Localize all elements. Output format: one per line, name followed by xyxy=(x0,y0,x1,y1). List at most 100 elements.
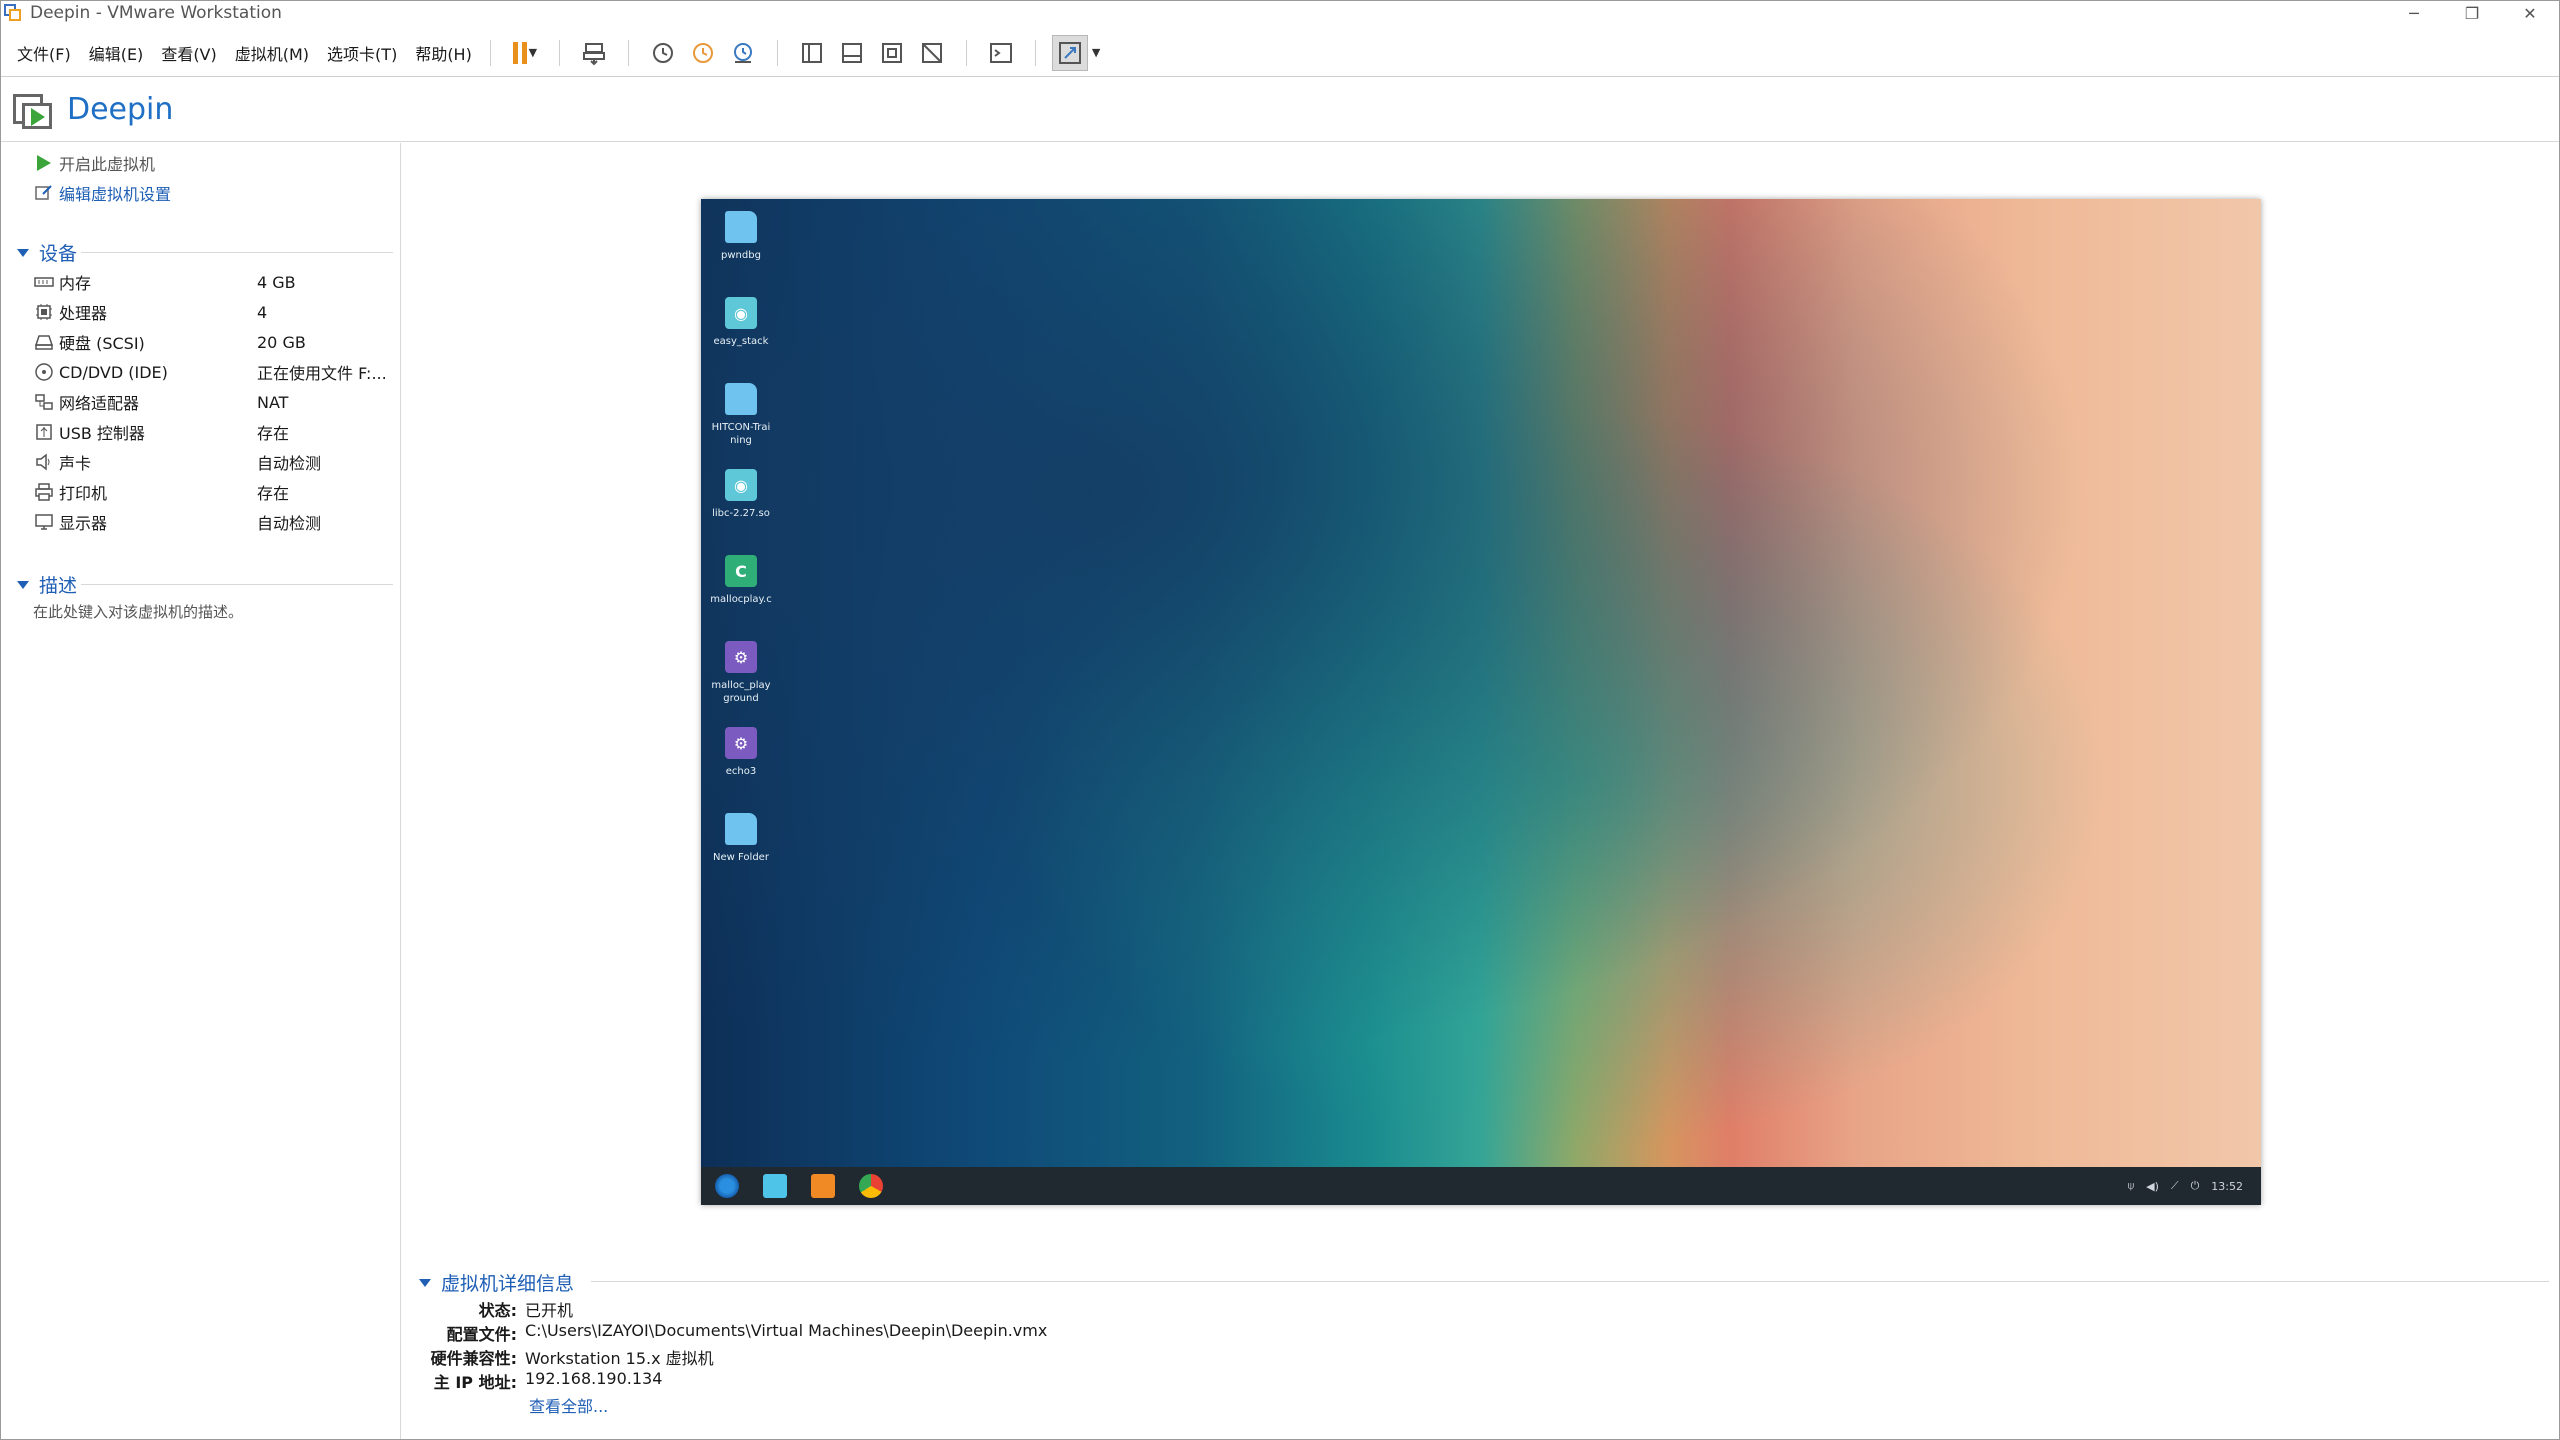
device-name: 打印机 xyxy=(59,484,108,503)
network-icon xyxy=(33,392,55,412)
app-store-icon[interactable] xyxy=(811,1174,835,1198)
clock[interactable]: 13:52 xyxy=(2211,1180,2243,1193)
menu-vm[interactable]: 虚拟机(M) xyxy=(235,41,309,65)
menu-file[interactable]: 文件(F) xyxy=(17,41,71,65)
snapshot-manager-button[interactable] xyxy=(725,35,761,71)
device-row-display[interactable]: 显示器 自动检测 xyxy=(33,507,393,537)
desktop-icon-label: New Folder xyxy=(713,852,769,863)
vm-powered-on-icon xyxy=(13,90,53,130)
console-view-button[interactable] xyxy=(983,35,1019,71)
detail-key: 配置文件: xyxy=(446,1325,517,1344)
window-title: Deepin - VMware Workstation xyxy=(30,3,282,23)
launcher-icon[interactable] xyxy=(715,1174,739,1198)
collapse-triangle-icon xyxy=(419,1278,431,1287)
desktop-icon-label: echo3 xyxy=(725,766,757,777)
device-name: 内存 xyxy=(59,274,92,293)
desktop-icon-mallocplay-c[interactable]: C mallocplay.c xyxy=(709,555,773,606)
device-row-processor[interactable]: 处理器 4 xyxy=(33,297,393,327)
folder-icon xyxy=(725,383,757,415)
detail-row-ip-address: 主 IP 地址: 192.168.190.134 xyxy=(401,1369,663,1393)
device-value: 20 GB xyxy=(257,332,306,352)
stretch-guest-button[interactable] xyxy=(1051,34,1088,71)
device-value: NAT xyxy=(257,392,289,412)
power-icon[interactable]: ⏻ xyxy=(2191,1179,2200,1193)
desktop-icon-label: malloc_playground xyxy=(711,680,771,704)
desktop-icon-new-folder[interactable]: New Folder xyxy=(709,813,773,864)
menu-tabs[interactable]: 选项卡(T) xyxy=(327,41,397,65)
device-name: 处理器 xyxy=(59,304,108,323)
unity-mode-icon xyxy=(921,42,942,63)
desktop-icon-libc[interactable]: ◉ libc-2.27.so xyxy=(709,469,773,520)
show-library-button[interactable] xyxy=(794,35,830,71)
device-row-cd-dvd[interactable]: CD/DVD (IDE) 正在使用文件 F:... xyxy=(33,357,393,387)
close-button[interactable]: ✕ xyxy=(2501,1,2559,25)
vm-console-screen[interactable]: pwndbg ◉ easy_stack HITCON-Training ◉ li… xyxy=(701,199,2261,1205)
full-screen-button[interactable] xyxy=(874,35,910,71)
desktop-wallpaper xyxy=(701,199,2261,1167)
pause-icon xyxy=(512,41,527,64)
chevron-down-icon[interactable]: ▼ xyxy=(1092,46,1100,59)
desktop-icon-echo3[interactable]: ⚙ echo3 xyxy=(709,727,773,778)
device-value: 存在 xyxy=(257,424,290,443)
chevron-down-icon: ▼ xyxy=(528,46,538,59)
edit-vm-settings-label: 编辑虚拟机设置 xyxy=(59,185,172,204)
menu-toolbar: 文件(F) 编辑(E) 查看(V) 虚拟机(M) 选项卡(T) 帮助(H) ▼ xyxy=(1,29,2559,77)
cd-dvd-icon xyxy=(33,362,55,382)
device-row-usb[interactable]: USB 控制器 存在 xyxy=(33,417,393,447)
chrome-icon[interactable] xyxy=(859,1174,883,1198)
device-name: 硬盘 (SCSI) xyxy=(59,334,145,353)
vm-details-header[interactable]: 虚拟机详细信息 xyxy=(419,1269,574,1296)
devices-section-header[interactable]: 设备 xyxy=(17,239,77,266)
file-manager-icon[interactable] xyxy=(763,1174,787,1198)
terminal-icon xyxy=(989,42,1012,63)
file-icon: ◉ xyxy=(725,469,757,501)
menu-view[interactable]: 查看(V) xyxy=(161,41,216,65)
desktop-icon-easy-stack[interactable]: ◉ easy_stack xyxy=(709,297,773,348)
description-input[interactable]: 在此处键入对该虚拟机的描述。 xyxy=(33,601,243,622)
detail-value: 已开机 xyxy=(525,1301,574,1320)
usb-tray-icon[interactable]: ⍦ xyxy=(2128,1179,2135,1193)
toolbar-separator xyxy=(558,39,560,66)
vm-details-title: 虚拟机详细信息 xyxy=(441,1273,575,1295)
snapshot-button[interactable] xyxy=(645,35,681,71)
desktop-icon-hitcon-training[interactable]: HITCON-Training xyxy=(709,383,773,447)
device-row-sound[interactable]: 声卡 自动检测 xyxy=(33,447,393,477)
volume-icon[interactable]: ◀) xyxy=(2146,1180,2159,1193)
printer-icon xyxy=(33,482,55,502)
device-name: USB 控制器 xyxy=(59,424,145,443)
device-row-memory[interactable]: 内存 4 GB xyxy=(33,267,393,297)
thumbnail-bar-icon xyxy=(841,42,862,63)
device-row-hard-disk[interactable]: 硬盘 (SCSI) 20 GB xyxy=(33,327,393,357)
desktop-icon-malloc-playground[interactable]: ⚙ malloc_playground xyxy=(709,641,773,705)
revert-snapshot-button[interactable] xyxy=(685,35,721,71)
restore-button[interactable]: ❐ xyxy=(2443,1,2501,25)
show-thumbnail-button[interactable] xyxy=(834,35,870,71)
menu-help[interactable]: 帮助(H) xyxy=(415,41,472,65)
monitor-icon xyxy=(33,512,55,532)
description-section-header[interactable]: 描述 xyxy=(17,571,77,598)
edit-vm-settings-link[interactable]: 编辑虚拟机设置 xyxy=(35,181,171,205)
start-vm-link[interactable]: 开启此虚拟机 xyxy=(35,151,155,175)
desktop-icon-pwndbg[interactable]: pwndbg xyxy=(709,211,773,262)
network-tray-icon[interactable]: ⟋ xyxy=(2171,1179,2179,1193)
device-name: 显示器 xyxy=(59,514,108,533)
section-divider xyxy=(591,1281,2549,1282)
see-all-link[interactable]: 查看全部... xyxy=(529,1393,608,1417)
vm-header: Deepin xyxy=(1,78,2559,142)
vmware-window: Deepin - VMware Workstation ─ ❐ ✕ 文件(F) … xyxy=(0,0,2560,1440)
menu-edit[interactable]: 编辑(E) xyxy=(89,41,144,65)
unity-button[interactable] xyxy=(914,35,950,71)
section-divider xyxy=(81,252,393,253)
minimize-button[interactable]: ─ xyxy=(2385,1,2443,25)
device-value: 正在使用文件 F:... xyxy=(257,364,387,383)
device-row-network[interactable]: 网络适配器 NAT xyxy=(33,387,393,417)
device-value: 4 xyxy=(257,302,268,322)
play-icon xyxy=(35,154,55,172)
send-ctrl-alt-del-button[interactable] xyxy=(576,35,612,71)
send-keys-icon xyxy=(582,42,605,65)
device-value: 4 GB xyxy=(257,272,296,292)
deepin-taskbar: ⍦ ◀) ⟋ ⏻ 13:52 xyxy=(701,1167,2261,1205)
device-row-printer[interactable]: 打印机 存在 xyxy=(33,477,393,507)
pause-button[interactable]: ▼ xyxy=(507,35,543,71)
start-vm-label: 开启此虚拟机 xyxy=(59,155,156,174)
